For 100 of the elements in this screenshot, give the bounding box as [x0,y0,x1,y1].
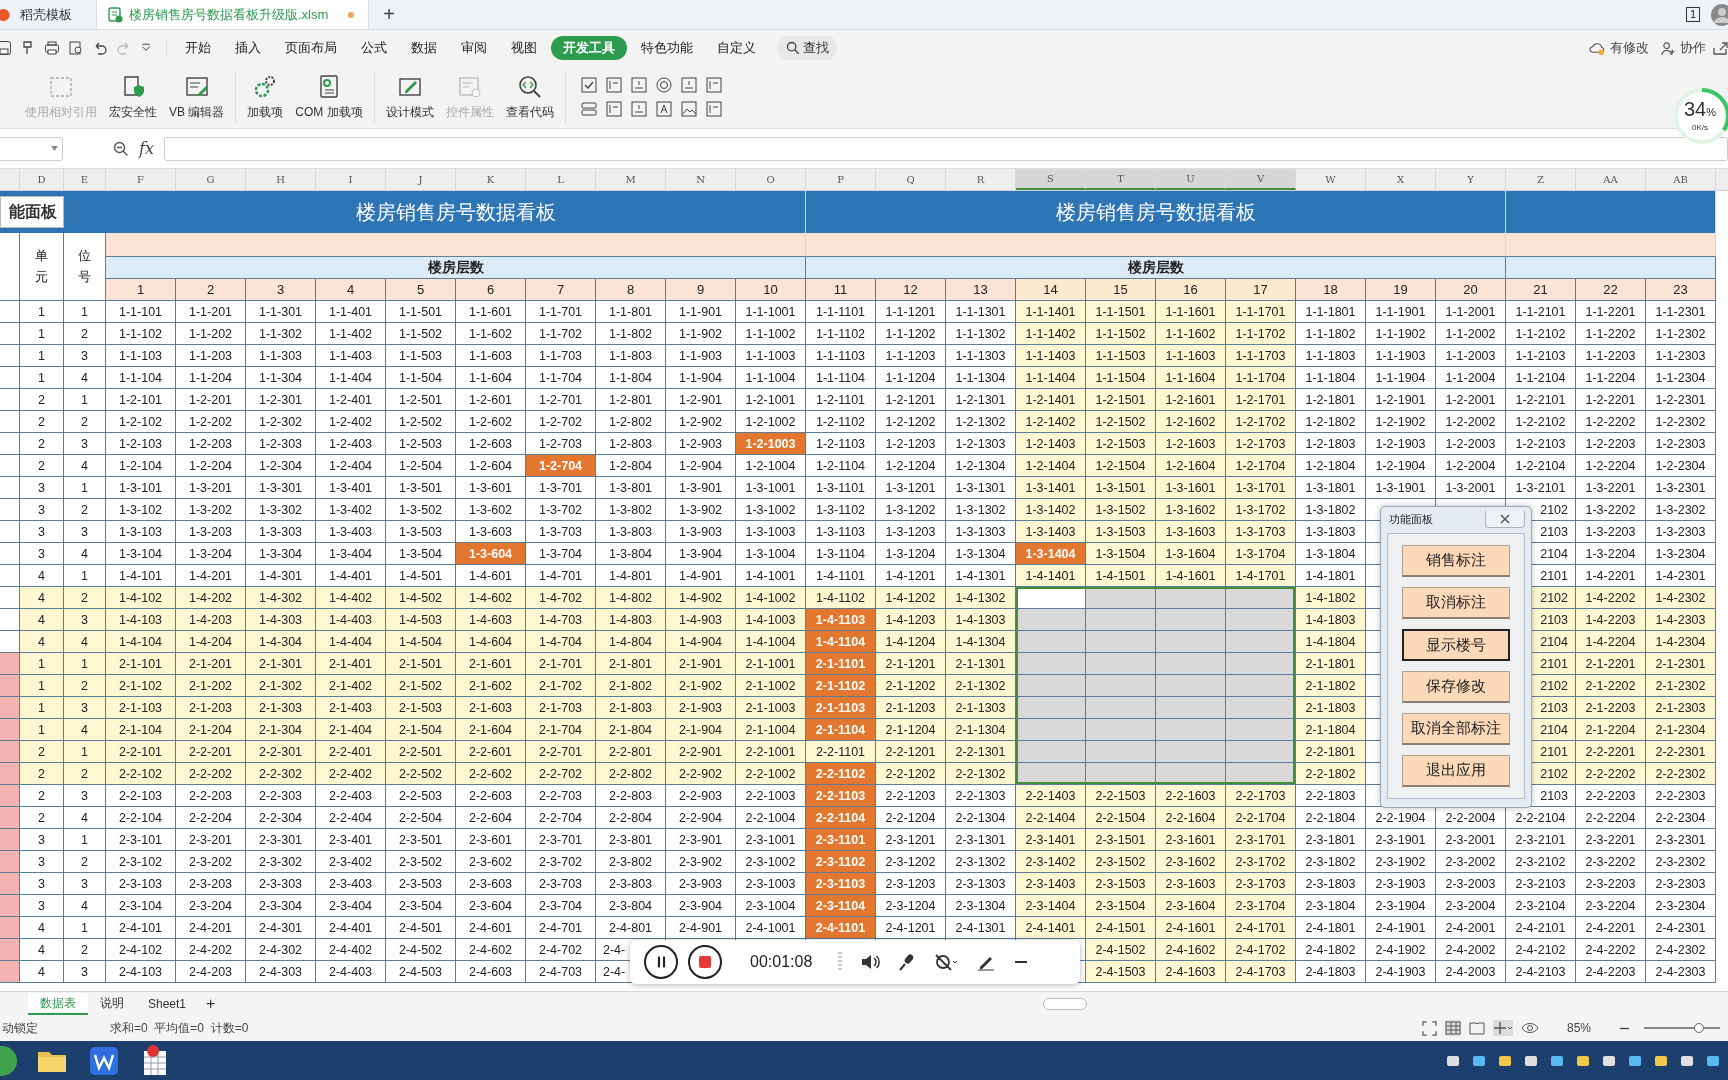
ribbon-button[interactable]: 加载项 [244,73,287,121]
column-letter[interactable]: W [1296,169,1366,190]
print-preview-icon[interactable] [68,40,84,56]
menu-tab[interactable]: 自定义 [707,36,766,60]
save-icon[interactable] [0,40,12,56]
formula-input[interactable] [163,136,1728,161]
start-icon[interactable] [0,1043,20,1079]
new-tab-button[interactable]: + [369,0,410,29]
header-action-button[interactable]: 协作 [1655,39,1712,57]
stop-button[interactable] [688,945,722,979]
menu-tab[interactable]: 公式 [351,36,397,60]
column-letter[interactable]: AB [1646,169,1716,190]
ribbon-button[interactable]: 宏安全性 [106,73,160,121]
pause-button[interactable] [644,945,678,979]
column-letter[interactable]: X [1366,169,1436,190]
column-letter[interactable]: L [526,169,596,190]
camera-off-icon[interactable] [934,953,959,971]
tray-icon[interactable] [1654,1054,1668,1068]
column-letter[interactable]: K [456,169,526,190]
file-tab[interactable]: 楼房销售房号数据看板升级版.xlsm [96,0,370,29]
panel-action-button[interactable]: 取消标注 [1402,587,1510,619]
menu-tab[interactable]: 视图 [501,36,547,60]
form-control-icon[interactable] [654,76,673,94]
menu-tab[interactable]: 开发工具 [551,36,627,60]
zoom-icon[interactable] [113,140,129,157]
normal-view-icon[interactable] [1444,1020,1461,1036]
eye-icon[interactable] [1520,1021,1539,1035]
column-letter[interactable]: Z [1506,169,1576,190]
column-letter[interactable]: T [1086,169,1156,190]
sheet-tab[interactable]: 数据表 [28,992,88,1015]
slider-thumb[interactable] [1693,1023,1704,1033]
sheet-tab[interactable]: 说明 [88,992,136,1015]
zoom-level[interactable]: 85% [1566,1021,1591,1035]
panel-action-button[interactable]: 显示楼号 [1402,629,1510,661]
form-control-icon[interactable] [579,76,598,94]
table-cell: 1-1-901 [666,301,736,323]
column-letter[interactable]: D [20,169,64,190]
ribbon-button[interactable]: VB 编辑器 [166,73,228,121]
search-button[interactable]: 查找 [778,36,837,60]
avatar-icon[interactable] [1710,2,1728,27]
panel-action-button[interactable]: 取消全部标注 [1402,713,1510,745]
tray-icon[interactable] [1628,1054,1642,1068]
column-letter[interactable]: Y [1436,169,1506,190]
column-letter[interactable]: I [316,169,386,190]
column-letter[interactable]: U [1156,169,1226,190]
ribbon-button[interactable]: 设计模式 [382,73,437,121]
scroll-thumb[interactable] [1043,997,1087,1010]
tray-icon[interactable] [1576,1054,1590,1068]
column-letter[interactable]: V [1226,169,1296,190]
page-view-icon[interactable] [1468,1020,1485,1036]
menu-tab[interactable]: 开始 [175,36,221,60]
panel-button[interactable]: 能面板 [0,196,64,228]
column-letter[interactable]: E [64,169,106,190]
ribbon-button[interactable]: 查看代码 [502,73,557,121]
function-label[interactable]: fx [139,139,154,158]
tray-icon[interactable] [1706,1054,1720,1068]
speaker-icon[interactable] [860,953,881,971]
menu-tab[interactable]: 数据 [401,36,447,60]
drag-handle-icon[interactable] [838,952,843,972]
selected-cell [1156,653,1226,675]
column-letter[interactable]: H [246,169,316,190]
table-cell: 2-2-804 [596,807,666,829]
column-letter[interactable]: G [176,169,246,190]
panel-action-button[interactable]: 保存修改 [1402,671,1510,703]
column-letter[interactable]: P [806,169,876,190]
tray-icon[interactable] [1446,1054,1460,1068]
column-letter[interactable]: N [666,169,736,190]
tray-icon[interactable] [1602,1054,1616,1068]
window-count-badge[interactable]: 1 [1685,7,1700,22]
form-control-icon[interactable] [679,100,698,118]
menu-tab[interactable]: 特色功能 [631,36,703,60]
share-icon[interactable] [1712,40,1728,56]
sheet-tab[interactable]: Sheet1 [136,992,199,1015]
menu-tab[interactable]: 审阅 [451,36,497,60]
print-icon[interactable] [44,40,60,56]
tray-icon[interactable] [1524,1054,1538,1068]
column-letter[interactable]: F [106,169,176,190]
file-tab[interactable]: 稻壳模板 [0,0,96,29]
tray-icon[interactable] [1498,1054,1512,1068]
fullscreen-icon[interactable] [1421,1020,1437,1036]
tray-icon[interactable] [1680,1054,1694,1068]
close-button[interactable] [1485,510,1525,528]
column-letter[interactable]: S [1016,169,1086,190]
column-letter[interactable]: O [736,169,806,190]
column-letter[interactable]: M [596,169,666,190]
tray-icon[interactable] [1550,1054,1564,1068]
form-control-icon[interactable] [579,100,598,118]
column-letter[interactable]: Q [876,169,946,190]
ribbon-button[interactable]: COM 加载项 [292,73,366,121]
menu-tab[interactable]: 页面布局 [275,36,347,60]
tray-icon[interactable] [1472,1054,1486,1068]
column-letter[interactable]: J [386,169,456,190]
panel-action-button[interactable]: 销售标注 [1402,545,1510,577]
layout-view-icon[interactable] [1492,1020,1513,1036]
add-sheet-button[interactable]: + [198,992,224,1015]
form-control-icon[interactable] [654,100,673,118]
menu-tab[interactable]: 插入 [225,36,271,60]
header-action-button[interactable]: 有修改 [1583,39,1655,57]
column-letter[interactable]: AA [1576,169,1646,190]
panel-action-button[interactable]: 退出应用 [1402,755,1510,787]
